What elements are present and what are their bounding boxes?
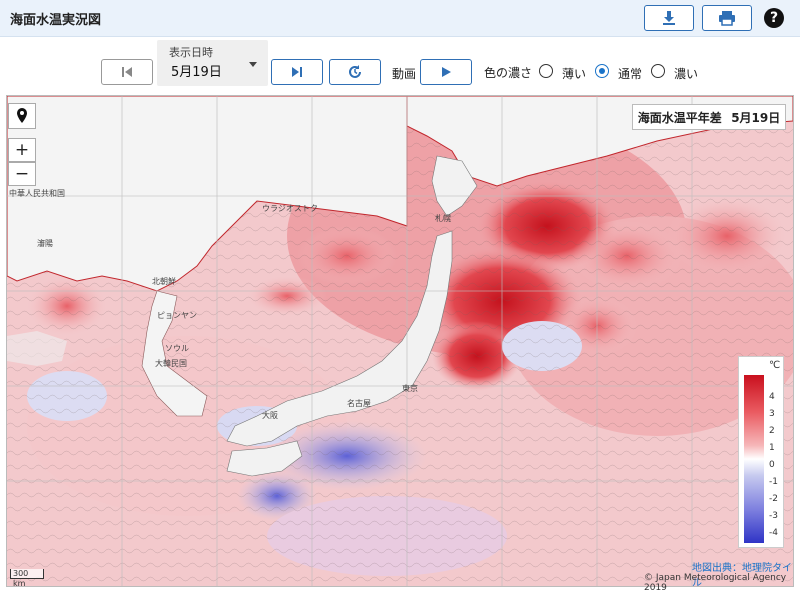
legend-tick: 3 xyxy=(769,409,775,419)
download-button[interactable] xyxy=(644,5,694,31)
color-legend: ℃ 4 3 2 1 0 -1 -2 -3 -4 xyxy=(738,356,784,548)
density-normal-radio[interactable] xyxy=(595,64,609,78)
place-label-seoul: ソウル xyxy=(165,344,189,353)
legend-tick: 2 xyxy=(769,426,775,436)
download-icon xyxy=(663,11,675,25)
place-label-sapporo: 札幌 xyxy=(435,213,451,223)
legend-color-bar xyxy=(744,375,764,543)
scale-bar: 300 km xyxy=(10,569,44,588)
refresh-clock-icon xyxy=(349,65,361,78)
print-icon xyxy=(719,11,735,26)
date-select-label: 表示日時 xyxy=(169,46,213,59)
legend-tick: -2 xyxy=(769,494,778,504)
first-frame-button[interactable] xyxy=(101,59,153,85)
legend-tick: -1 xyxy=(769,477,778,487)
density-light-radio[interactable] xyxy=(539,64,553,78)
map-date: 5月19日 xyxy=(731,110,781,125)
help-icon[interactable]: ? xyxy=(764,8,784,28)
legend-unit: ℃ xyxy=(769,360,781,371)
animation-label: 動画 xyxy=(392,67,417,81)
copyright-text: © Japan Meteorological Agency 2019 xyxy=(644,573,787,593)
chevron-down-icon xyxy=(249,62,257,67)
place-label-nagoya: 名古屋 xyxy=(347,398,371,408)
density-dark-radio[interactable] xyxy=(651,64,665,78)
legend-tick: 1 xyxy=(769,443,775,453)
place-label-osaka: 大阪 xyxy=(262,410,278,420)
zoom-in-button[interactable]: + xyxy=(8,138,36,162)
place-label-vladivostok: ウラジオストク xyxy=(262,204,318,213)
map-pin-icon xyxy=(17,108,27,123)
date-select-value: 5月19日 xyxy=(171,65,222,80)
print-button[interactable] xyxy=(702,5,752,31)
place-label-china: 中華人民共和国 xyxy=(9,188,65,198)
skip-back-icon xyxy=(122,67,132,77)
latest-button[interactable] xyxy=(329,59,381,85)
map-title: 海面水温平年差 xyxy=(637,110,722,125)
place-label-north-korea: 北朝鮮 xyxy=(152,276,176,286)
sst-anomaly-map[interactable]: 札幌 ウラジオストク 北朝鮮 ピョンヤン ソウル 大韓民国 瀋陽 中華人民共和国… xyxy=(6,95,794,587)
map-canvas: 札幌 ウラジオストク 北朝鮮 ピョンヤン ソウル 大韓民国 瀋陽 中華人民共和国… xyxy=(7,96,793,586)
legend-tick: 0 xyxy=(769,460,775,470)
play-button[interactable] xyxy=(420,59,472,85)
play-icon xyxy=(442,67,451,77)
place-label-shenyang: 瀋陽 xyxy=(37,238,53,248)
locate-button[interactable] xyxy=(8,103,36,129)
zoom-out-button[interactable]: − xyxy=(8,162,36,186)
density-light-label: 薄い xyxy=(562,67,587,81)
last-frame-button[interactable] xyxy=(271,59,323,85)
legend-tick: -4 xyxy=(769,528,778,538)
place-label-south-korea: 大韓民国 xyxy=(155,358,187,368)
place-label-pyongyang: ピョンヤン xyxy=(157,311,197,320)
app-header: 海面水温実況図 ? xyxy=(0,0,800,37)
map-title-box: 海面水温平年差 5月19日 xyxy=(632,104,786,130)
density-normal-label: 通常 xyxy=(618,67,643,81)
legend-tick: -3 xyxy=(769,511,778,521)
skip-forward-icon xyxy=(292,67,302,77)
date-select[interactable]: 表示日時 5月19日 xyxy=(157,40,268,86)
place-label-tokyo: 東京 xyxy=(402,383,418,393)
legend-tick: 4 xyxy=(769,392,775,402)
page-title: 海面水温実況図 xyxy=(10,13,102,28)
density-dark-label: 濃い xyxy=(674,67,699,81)
color-density-label: 色の濃さ xyxy=(484,66,533,80)
